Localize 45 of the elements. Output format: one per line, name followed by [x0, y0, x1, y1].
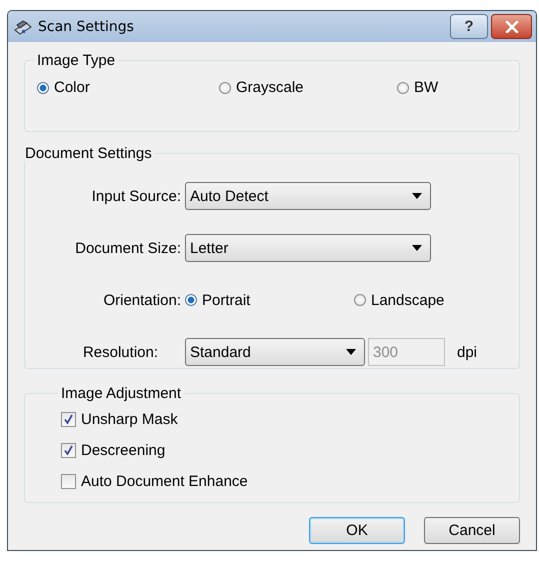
group-title: Image Adjustment: [60, 385, 182, 402]
dropdown[interactable]: Letter: [185, 234, 431, 262]
ok-button[interactable]: OK: [309, 517, 405, 544]
checkbox-option[interactable]: Auto Document Enhance: [61, 466, 519, 497]
field-label: Document Size:: [74, 240, 182, 256]
radio-option[interactable]: BW: [397, 79, 517, 96]
radio-button[interactable]: [219, 82, 231, 94]
radio-label: Portrait: [202, 292, 250, 308]
radio-option[interactable]: Portrait: [185, 292, 354, 308]
dropdown[interactable]: Standard: [185, 338, 365, 366]
help-button[interactable]: ?: [450, 14, 488, 39]
group-title: Document Settings: [24, 145, 153, 162]
field-label: Input Source:: [90, 188, 182, 204]
scanner-icon: [14, 18, 32, 34]
radio-button[interactable]: [185, 294, 197, 306]
radio-label: Color: [54, 79, 90, 96]
dropdown[interactable]: Auto Detect: [185, 182, 431, 210]
close-button[interactable]: [491, 14, 532, 39]
checkbox[interactable]: [61, 412, 76, 427]
radio-label: Landscape: [371, 292, 444, 308]
checkbox-option[interactable]: Unsharp Mask: [61, 404, 519, 435]
caret-icon: [412, 245, 422, 251]
checkbox-label: Unsharp Mask: [81, 411, 178, 428]
checkbox-label: Auto Document Enhance: [81, 473, 248, 490]
field-label: Orientation:: [102, 292, 182, 308]
caret-icon: [346, 349, 356, 355]
field-label: Resolution:: [82, 344, 159, 360]
radio-button[interactable]: [37, 82, 49, 94]
radio-button[interactable]: [354, 294, 366, 306]
radio-label: BW: [414, 79, 438, 96]
radio-label: Grayscale: [236, 79, 304, 96]
unit-label: dpi: [457, 344, 478, 360]
caret-icon: [412, 193, 422, 199]
radio-option[interactable]: Grayscale: [219, 79, 397, 96]
checkbox-label: Descreening: [81, 442, 166, 459]
checkbox[interactable]: [61, 474, 76, 489]
radio-option[interactable]: Color: [37, 79, 219, 96]
radio-option[interactable]: Landscape: [354, 292, 474, 308]
checkbox[interactable]: [61, 443, 76, 458]
group-title: Image Type: [36, 52, 116, 69]
checkbox-option[interactable]: Descreening: [61, 435, 519, 466]
window-title: Scan Settings: [38, 18, 134, 34]
cancel-button[interactable]: Cancel: [424, 517, 520, 544]
close-icon: [504, 20, 518, 32]
radio-button[interactable]: [397, 82, 409, 94]
